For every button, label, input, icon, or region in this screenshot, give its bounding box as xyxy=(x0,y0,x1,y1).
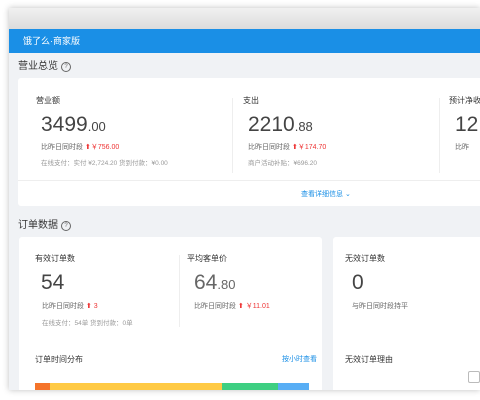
invalid-orders-label: 无效订单数 xyxy=(345,254,385,263)
valid-orders-value: 54 xyxy=(41,271,65,294)
revenue-int: 3499 xyxy=(41,113,88,136)
order-data-card: 有效订单数 54 比昨日同时段 ⬆ 3 在线支付：54单 货到付款：0单 平均客… xyxy=(19,237,322,390)
avg-price-value: 64.80 xyxy=(194,271,235,295)
window-chrome xyxy=(9,8,480,29)
order-distribution-bar xyxy=(35,383,309,390)
avg-price-int: 64 xyxy=(194,271,218,294)
revenue-compare-value: ￥756.00 xyxy=(90,144,120,151)
revenue-dec: .00 xyxy=(87,119,106,134)
divider xyxy=(439,98,440,173)
expense-compare-value: ￥174.70 xyxy=(297,144,327,151)
net-income-value: 12 xyxy=(455,113,479,136)
valid-orders-compare: 比昨日同时段 ⬆ 3 xyxy=(42,301,98,311)
hourly-view-link[interactable]: 按小时查看 xyxy=(282,354,317,364)
expense-value: 2210.88 xyxy=(248,113,313,137)
app-title: 饿了么·商家版 xyxy=(23,36,80,46)
revenue-label: 营业额 xyxy=(36,96,60,105)
revenue-compare-label: 比昨日同时段 xyxy=(41,144,83,151)
valid-orders-label: 有效订单数 xyxy=(35,254,75,263)
invalid-reason-title: 无效订单理由 xyxy=(345,355,393,364)
business-overview-title: 营业总览? xyxy=(18,57,71,72)
expense-detail: 商户活动补贴：¥696.20 xyxy=(248,160,317,167)
expense-compare: 比昨日同时段 ⬆￥174.70 xyxy=(248,142,326,152)
arrow-up-icon: ⬆ xyxy=(237,303,244,310)
view-details-link[interactable]: 查看详细信息 ⌄ xyxy=(301,189,351,199)
avg-price-label: 平均客单价 xyxy=(187,254,227,263)
chevron-down-icon: ⌄ xyxy=(344,191,351,198)
avg-price-compare: 比昨日同时段 ⬆ ￥11.01 xyxy=(194,301,270,311)
view-details-label: 查看详细信息 xyxy=(301,191,343,198)
divider xyxy=(179,255,180,327)
invalid-orders-compare: 与昨日同时段持平 xyxy=(352,303,408,310)
revenue-compare: 比昨日同时段 ⬆￥756.00 xyxy=(41,142,119,152)
help-icon[interactable]: ? xyxy=(61,221,71,231)
revenue-detail: 在线支付：实付 ¥2,724.20 货到付款：¥0.00 xyxy=(41,160,168,167)
document-icon[interactable] xyxy=(468,371,480,383)
divider xyxy=(232,98,233,173)
valid-orders-compare-label: 比昨日同时段 xyxy=(42,303,84,310)
order-distribution-title: 订单时间分布 xyxy=(35,355,83,364)
invalid-orders-card: 无效订单数 0 与昨日同时段持平 无效订单理由 xyxy=(333,237,480,390)
avg-price-dec: .80 xyxy=(217,277,236,292)
expense-dec: .88 xyxy=(294,119,313,134)
net-income-compare: 比昨 xyxy=(455,144,469,151)
valid-orders-compare-value: 3 xyxy=(93,303,98,310)
distribution-segment xyxy=(278,383,309,390)
distribution-segment xyxy=(50,383,222,390)
app-header: 饿了么·商家版 xyxy=(9,29,480,53)
divider xyxy=(18,180,480,181)
valid-orders-detail: 在线支付：54单 货到付款：0单 xyxy=(42,320,133,327)
order-data-title: 订单数据? xyxy=(18,216,71,231)
arrow-up-icon: ⬆ xyxy=(85,303,92,310)
order-data-label: 订单数据 xyxy=(18,220,58,231)
avg-price-compare-value: ￥11.01 xyxy=(245,303,270,310)
expense-compare-label: 比昨日同时段 xyxy=(248,144,290,151)
revenue-value: 3499.00 xyxy=(41,113,106,137)
invalid-orders-value: 0 xyxy=(352,271,364,294)
net-income-label: 预计净收 xyxy=(449,96,480,105)
business-overview-card: 营业额 3499.00 比昨日同时段 ⬆￥756.00 在线支付：实付 ¥2,7… xyxy=(18,78,480,206)
expense-int: 2210 xyxy=(248,113,295,136)
avg-price-compare-label: 比昨日同时段 xyxy=(194,303,236,310)
distribution-segment xyxy=(222,383,278,390)
expense-label: 支出 xyxy=(243,96,259,105)
app-window: 饿了么·商家版 营业总览? 营业额 3499.00 比昨日同时段 ⬆￥756.0… xyxy=(9,8,480,390)
business-overview-label: 营业总览 xyxy=(18,61,58,72)
distribution-segment xyxy=(35,383,50,390)
help-icon[interactable]: ? xyxy=(61,62,71,72)
